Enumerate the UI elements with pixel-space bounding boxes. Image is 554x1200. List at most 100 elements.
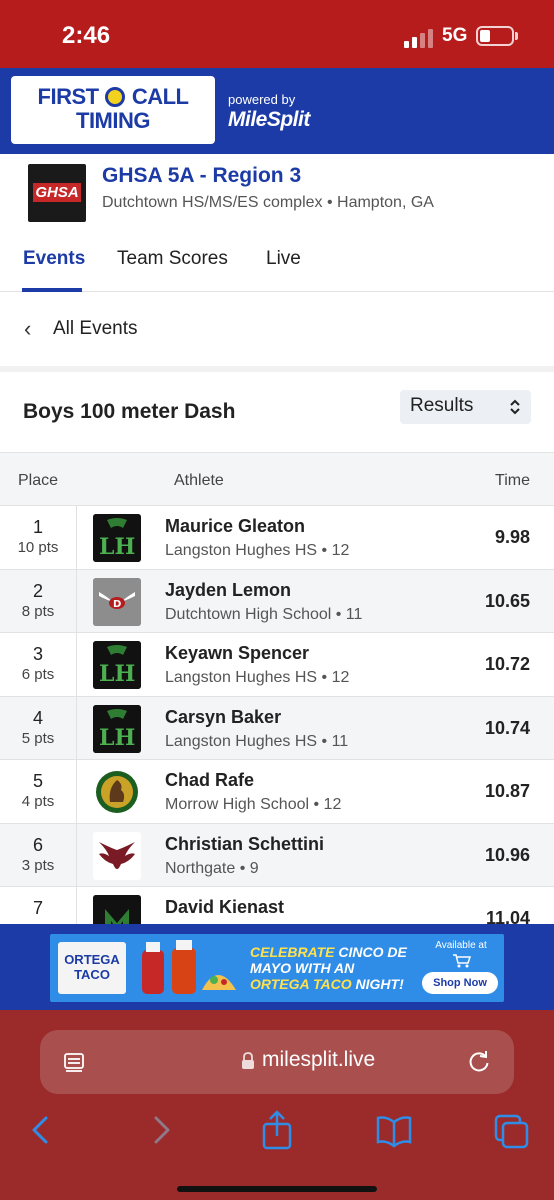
first-call-timing-logo[interactable]: FIRST CALL TIMING: [11, 76, 215, 144]
result-time: 10.87: [484, 781, 530, 801]
ad-headline-part-4: NIGHT!: [355, 976, 404, 992]
meet-info: GHSA GHSA 5A - Region 3 Dutchtown HS/MS/…: [0, 154, 554, 240]
svg-text:LH: LH: [99, 725, 135, 751]
svg-text:D: D: [113, 599, 121, 610]
bookmarks-icon[interactable]: [376, 1110, 412, 1150]
all-events-link[interactable]: ‹ All Events: [0, 292, 554, 366]
column-header-place: Place: [18, 472, 59, 489]
place-number: 1: [32, 517, 43, 537]
tab-events[interactable]: Events: [23, 248, 85, 270]
table-row[interactable]: 6 3 pts Christian Schettini Northgate • …: [0, 823, 554, 887]
status-bar: 2:46 5G: [0, 0, 554, 68]
status-time: 2:46: [62, 22, 111, 49]
milesplit-logo[interactable]: MileSplit: [228, 108, 310, 132]
result-time: 10.65: [484, 590, 530, 611]
ad-brand-name: ORTEGA: [64, 952, 120, 967]
langston-hughes-logo-icon: LH: [93, 704, 141, 753]
tab-bar: Events Team Scores Live: [0, 240, 554, 292]
points: 3 pts: [21, 856, 55, 874]
langston-hughes-logo-icon: LH: [93, 514, 141, 562]
athlete-school: Langston Hughes HS • 11: [165, 732, 349, 750]
table-row[interactable]: 7 David Kienast 11.04: [0, 887, 554, 924]
place-cell: 2 8 pts: [0, 569, 77, 632]
reload-icon[interactable]: [466, 1048, 492, 1074]
dutchtown-logo-icon: D: [93, 577, 141, 626]
athlete-name[interactable]: Keyawn Spencer: [165, 643, 309, 664]
athlete-name[interactable]: Chad Rafe: [165, 770, 254, 791]
column-header-athlete: Athlete: [174, 472, 224, 489]
results-table-header: Place Athlete Time: [0, 452, 554, 506]
result-time: 10.96: [484, 844, 530, 865]
result-time: 10.72: [484, 654, 530, 674]
share-icon[interactable]: [259, 1110, 295, 1150]
place-cell: 7: [0, 887, 77, 924]
chevron-updown-icon: [510, 399, 520, 415]
results-view-select[interactable]: Results: [400, 390, 531, 424]
tab-team-scores[interactable]: Team Scores: [117, 248, 228, 270]
logo-word-first: FIRST: [37, 84, 100, 109]
ortega-brand-logo: ORTEGA TACO: [58, 942, 126, 994]
browser-toolbar: milesplit.live: [0, 1010, 554, 1200]
event-header: Boys 100 meter Dash Results: [0, 372, 554, 452]
place-number: 5: [32, 771, 43, 791]
place-cell: 4 5 pts: [0, 696, 77, 759]
northgate-logo-icon: [93, 831, 141, 880]
place-cell: 3 6 pts: [0, 633, 77, 696]
points: 4 pts: [21, 793, 55, 810]
place-number: 7: [32, 898, 43, 918]
results-table: 1 10 pts LH Maurice Gleaton Langston Hug…: [0, 506, 554, 924]
event-title: Boys 100 meter Dash: [23, 400, 236, 423]
cross-country-logo-icon: [93, 895, 141, 924]
tab-live[interactable]: Live: [266, 248, 301, 270]
ad-headline-part-3: ORTEGA TACO: [250, 976, 352, 992]
points: 10 pts: [17, 539, 59, 556]
athlete-school: Langston Hughes HS • 12: [165, 542, 350, 559]
ortega-ad-banner[interactable]: ORTEGA TACO CELEBRATE CINCO DE MAYO WITH…: [50, 934, 504, 1002]
tabs-icon[interactable]: [494, 1110, 530, 1150]
cellular-signal-icon: [404, 29, 433, 48]
table-row[interactable]: 4 5 pts LH Carsyn Baker Langston Hughes …: [0, 696, 554, 760]
athlete-school: Northgate • 9: [165, 859, 259, 877]
column-header-time: Time: [495, 472, 530, 489]
back-icon[interactable]: [24, 1110, 60, 1150]
ghsa-logo: GHSA: [28, 164, 86, 222]
lock-icon: [242, 1052, 254, 1069]
athlete-name[interactable]: Carsyn Baker: [165, 707, 281, 728]
athlete-school: Langston Hughes HS • 12: [165, 669, 350, 686]
table-row[interactable]: 1 10 pts LH Maurice Gleaton Langston Hug…: [0, 506, 554, 570]
meet-location: Dutchtown HS/MS/ES complex • Hampton, GA: [102, 194, 434, 211]
brand-header: FIRST CALL TIMING powered by MileSplit: [0, 68, 554, 154]
all-events-label: All Events: [53, 318, 138, 339]
athlete-name[interactable]: David Kienast: [165, 897, 284, 918]
results-select-value: Results: [410, 395, 474, 416]
table-row[interactable]: 5 4 pts Chad Rafe Morrow High School • 1…: [0, 760, 554, 824]
table-row[interactable]: 3 6 pts LH Keyawn Spencer Langston Hughe…: [0, 633, 554, 697]
table-row[interactable]: 2 8 pts D Jayden Lemon Dutchtown High Sc…: [0, 569, 554, 633]
place-cell: 5 4 pts: [0, 760, 77, 823]
athlete-name[interactable]: Jayden Lemon: [165, 580, 291, 601]
ad-brand-sub: TACO: [74, 967, 110, 982]
result-time: 10.74: [484, 717, 530, 738]
sauce-bottles-image: [142, 940, 236, 994]
url-text[interactable]: milesplit.live: [262, 1048, 375, 1072]
points: 5 pts: [21, 729, 55, 747]
chevron-left-icon: ‹: [24, 316, 32, 341]
battery-tip: [515, 32, 518, 40]
athlete-name[interactable]: Maurice Gleaton: [165, 516, 305, 537]
home-indicator[interactable]: [177, 1186, 377, 1192]
meet-title: GHSA 5A - Region 3: [102, 164, 302, 187]
address-bar[interactable]: milesplit.live: [40, 1030, 514, 1094]
forward-icon[interactable]: [142, 1110, 178, 1150]
ad-available-at: Available at: [435, 940, 487, 951]
page-menu-icon[interactable]: [62, 1050, 86, 1074]
athlete-name[interactable]: Christian Schettini: [165, 834, 324, 855]
points: 8 pts: [21, 602, 55, 620]
ad-headline-part-1: CELEBRATE: [250, 944, 335, 960]
shop-now-button[interactable]: Shop Now: [422, 972, 498, 994]
place-number: 3: [32, 644, 43, 664]
athlete-school: Dutchtown High School • 11: [165, 605, 363, 623]
langston-hughes-logo-icon: LH: [93, 641, 141, 689]
cart-icon: [453, 954, 472, 968]
battery-icon: [476, 26, 514, 46]
result-time: 9.98: [494, 527, 530, 547]
